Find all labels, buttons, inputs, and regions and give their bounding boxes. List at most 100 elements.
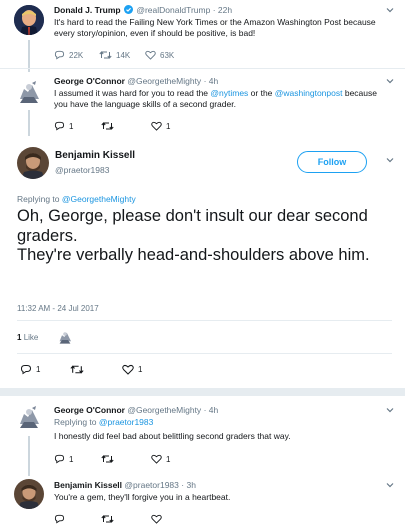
thread-line <box>28 110 30 136</box>
author-handle[interactable]: @realDonaldTrump <box>136 5 210 15</box>
mention-link[interactable]: @nytimes <box>210 88 248 98</box>
replying-handle-link[interactable]: @praetor1983 <box>99 417 153 427</box>
reply-icon <box>20 365 32 375</box>
verified-badge-icon <box>123 5 133 14</box>
george-avatar-art <box>20 406 39 428</box>
reply-button[interactable] <box>54 514 101 524</box>
like-label: Like <box>23 333 39 342</box>
chevron-down-icon[interactable] <box>385 5 395 15</box>
reply-icon <box>54 514 65 524</box>
retweet-button[interactable] <box>101 514 151 524</box>
author-handle[interactable]: @praetor1983 <box>124 480 178 490</box>
likes-summary[interactable]: 1 Like <box>17 333 38 342</box>
retweet-icon <box>101 122 114 130</box>
section-divider <box>0 388 405 396</box>
like-button[interactable]: 1 <box>151 454 170 464</box>
tweet-trump[interactable]: Donald J. Trump @realDonaldTrump · 22h I… <box>0 0 405 68</box>
george-avatar-art <box>20 81 39 103</box>
like-button[interactable] <box>151 514 162 524</box>
thread-line <box>28 436 30 476</box>
author-handle[interactable]: @praetor1983 <box>55 165 109 175</box>
tweet-text: It's hard to read the Failing New York T… <box>54 17 376 38</box>
reply-button[interactable]: 1 <box>54 121 101 131</box>
benjamin-avatar-art <box>17 147 49 179</box>
tweet-george[interactable]: George O'Connor @GeorgetheMighty · 4h I … <box>0 69 405 139</box>
heart-icon <box>122 364 134 375</box>
chevron-down-icon[interactable] <box>385 405 395 415</box>
retweet-icon <box>70 365 84 374</box>
divider <box>17 320 392 321</box>
reply-button[interactable]: 1 <box>20 364 70 375</box>
replying-prefix: Replying to <box>17 194 62 204</box>
like-button[interactable]: 1 <box>122 364 142 375</box>
liker-avatar-art <box>59 332 71 344</box>
like-count: 1 <box>166 454 171 464</box>
retweet-button[interactable] <box>101 454 151 464</box>
replying-to: Replying to @praetor1983 <box>54 417 153 428</box>
tweet-time[interactable]: 22h <box>218 5 232 15</box>
reply-count: 22K <box>69 50 84 60</box>
reply-count: 1 <box>69 121 74 131</box>
chevron-down-icon[interactable] <box>385 155 395 165</box>
tweet-time[interactable]: 4h <box>209 405 218 415</box>
tweet-time[interactable]: 4h <box>209 76 218 86</box>
liker-avatar[interactable] <box>56 328 74 346</box>
retweet-icon <box>101 455 114 463</box>
author-name[interactable]: Donald J. Trump <box>54 5 121 15</box>
retweet-icon <box>99 51 112 59</box>
replying-to: Replying to @GeorgetheMighty <box>17 194 136 204</box>
text-part: I assumed it was hard for you to read th… <box>54 88 211 98</box>
replying-prefix: Replying to <box>54 417 99 427</box>
follow-button[interactable]: Follow <box>297 151 367 173</box>
reply-button[interactable]: 22K <box>54 50 99 60</box>
reply-icon <box>54 50 65 60</box>
author-name[interactable]: Benjamin Kissell <box>54 480 122 490</box>
avatar-benjamin[interactable] <box>14 479 44 509</box>
reply-benjamin[interactable]: Benjamin Kissell @praetor1983 · 3h You'r… <box>0 474 405 532</box>
main-text-line: Oh, George, please don't insult our dear… <box>17 207 368 245</box>
tweet-time[interactable]: 3h <box>186 480 195 490</box>
like-count: 1 <box>166 121 171 131</box>
like-button[interactable]: 63K <box>145 50 174 60</box>
main-text-line: They're verbally head-and-shoulders abov… <box>17 246 370 264</box>
like-button[interactable]: 1 <box>151 121 170 131</box>
reply-button[interactable]: 1 <box>54 454 101 464</box>
heart-icon <box>151 514 162 524</box>
reply-icon <box>54 121 65 131</box>
trump-avatar-art <box>14 5 44 35</box>
like-count: 63K <box>160 50 175 60</box>
heart-icon <box>151 121 162 131</box>
chevron-down-icon[interactable] <box>385 76 395 86</box>
tweet-text: You're a gem, they'll forgive you in a h… <box>54 492 231 502</box>
author-name[interactable]: George O'Connor <box>54 76 125 86</box>
mention-link[interactable]: @washingtonpost <box>275 88 343 98</box>
avatar-benjamin[interactable] <box>17 147 49 179</box>
retweet-icon <box>101 515 114 523</box>
retweet-count: 14K <box>116 50 131 60</box>
heart-icon <box>151 454 162 464</box>
benjamin-avatar-art <box>14 479 44 509</box>
author-name[interactable]: George O'Connor <box>54 405 125 415</box>
tweet-timestamp[interactable]: 11:32 AM - 24 Jul 2017 <box>17 304 99 313</box>
like-total: 1 <box>17 333 22 342</box>
avatar-trump[interactable] <box>14 5 44 35</box>
chevron-down-icon[interactable] <box>385 480 395 490</box>
retweet-button[interactable] <box>101 121 151 131</box>
reply-icon <box>54 454 65 464</box>
reply-count: 1 <box>69 454 74 464</box>
tweet-text: I honestly did feel bad about belittling… <box>54 431 291 441</box>
retweet-button[interactable] <box>70 364 122 375</box>
tweet-text: I assumed it was hard for you to read th… <box>54 88 389 110</box>
author-handle[interactable]: @GeorgetheMighty <box>127 76 201 86</box>
avatar-george[interactable] <box>14 77 44 107</box>
avatar-george[interactable] <box>14 402 44 432</box>
reply-george[interactable]: George O'Connor @GeorgetheMighty · 4h Re… <box>0 398 405 473</box>
author-name[interactable]: Benjamin Kissell <box>55 150 135 161</box>
like-count: 1 <box>138 365 143 374</box>
retweet-button[interactable]: 14K <box>99 50 145 60</box>
replying-handle-link[interactable]: @GeorgetheMighty <box>62 194 136 204</box>
author-handle[interactable]: @GeorgetheMighty <box>127 405 201 415</box>
reply-count: 1 <box>36 365 41 374</box>
divider <box>17 353 392 354</box>
text-part: or the <box>248 88 275 98</box>
